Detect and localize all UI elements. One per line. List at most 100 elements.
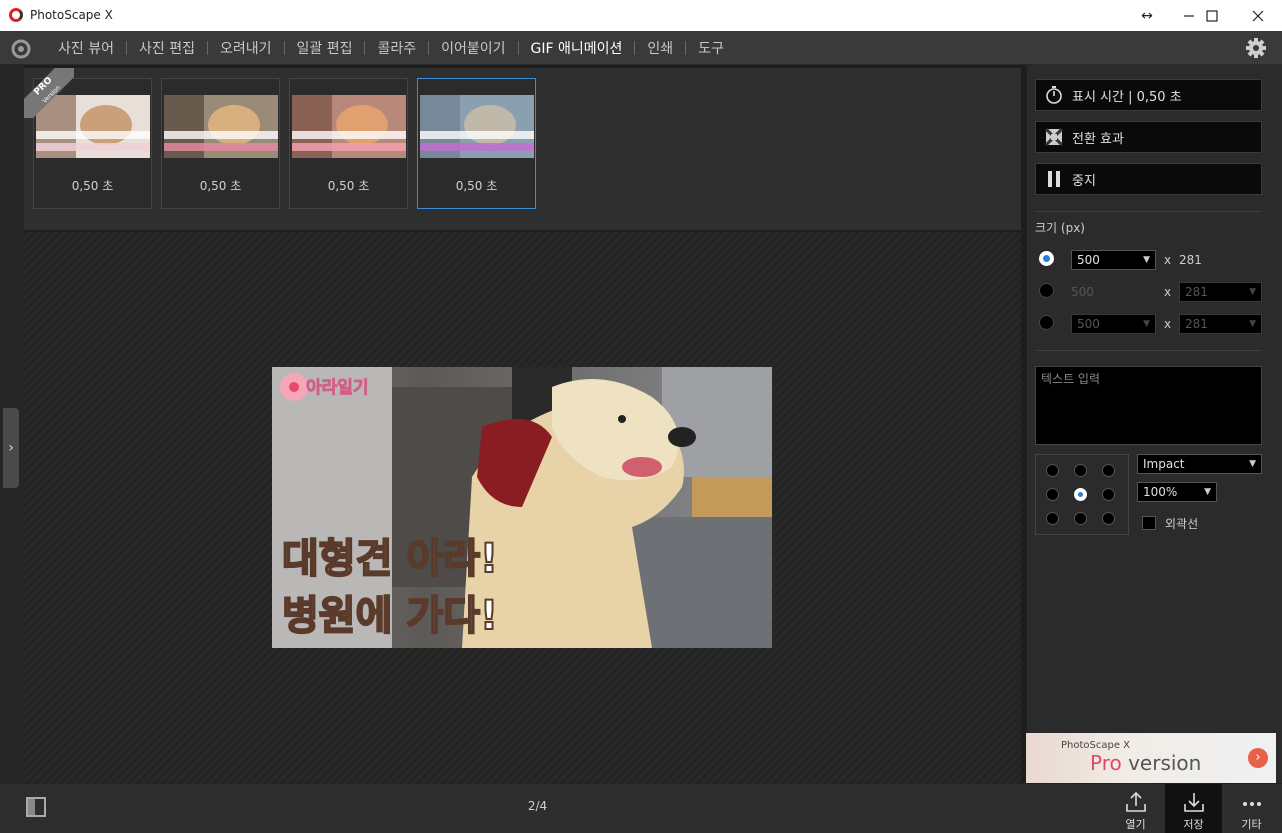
menu-bar: 사진 뷰어 사진 편집 오려내기 일괄 편집 콜라주 이어붙이기 GIF 애니메이션 인쇄 도구 [0,31,1282,65]
frame-duration: 0,50 초 [71,179,114,193]
text-position-bottom-right[interactable] [1102,512,1115,525]
text-input[interactable]: 텍스트 입력 [1035,366,1262,445]
dropdown-arrow-icon: ▼ [1143,255,1150,265]
zoom-select[interactable]: 100% ▼ [1137,482,1217,502]
main-nav: 사진 뷰어 사진 편집 오려내기 일괄 편집 콜라주 이어붙이기 GIF 애니메이션 인쇄 도구 [46,31,736,64]
text-position-top-left[interactable] [1046,464,1059,477]
menu-item-8[interactable]: 도구 [686,38,736,58]
menu-item-3[interactable]: 일괄 편집 [285,38,365,58]
dropdown-arrow-icon: ▼ [1249,459,1256,469]
bottom-bar: 2/4 열기 저장 기타 [0,783,1282,833]
dropdown-arrow-icon: ▼ [1143,319,1150,329]
title-bar: PhotoScape X ↔ [0,0,1282,31]
outline-checkbox[interactable] [1142,516,1156,530]
home-lens-icon[interactable] [10,38,32,60]
download-icon [1183,793,1204,812]
transition-button[interactable]: 전환 효과 [1035,121,1262,153]
dropdown-arrow-icon: ▼ [1249,319,1256,329]
size-x-sep: x [1164,285,1172,299]
dropdown-arrow-icon: ▼ [1249,287,1256,297]
size-height-select-3[interactable]: 281 ▼ [1179,314,1262,334]
text-position-bottom[interactable] [1074,512,1087,525]
zoom-value: 100% [1143,485,1178,499]
close-icon [1252,10,1264,21]
size-height-select-2[interactable]: 281 ▼ [1179,282,1262,302]
menu-item-1[interactable]: 사진 편집 [127,38,207,58]
transition-icon [1045,128,1063,146]
open-button[interactable]: 열기 [1108,784,1163,833]
resize-arrows-icon[interactable]: ↔ [1124,0,1170,31]
menu-item-6[interactable]: GIF 애니메이션 [519,38,635,58]
text-position-top[interactable] [1074,464,1087,477]
frame-thumbnail [164,95,278,158]
text-position-center[interactable] [1074,488,1087,501]
pro-version-ribbon: PRO Version [24,68,74,118]
preview-line2-pink: 병원 [282,593,356,639]
size-label: 크기 (px) [1035,221,1085,235]
menu-item-2[interactable]: 오려내기 [208,38,284,58]
size-height-text-1: 281 [1179,253,1202,267]
menu-item-4[interactable]: 콜라주 [365,38,428,58]
pro-version-promo[interactable]: PhotoScape X Pro version › [1026,733,1276,783]
promo-title: Pro version [1090,751,1201,775]
dropdown-arrow-icon: ▼ [1204,487,1211,497]
preview-line1: 대형견 아라! [282,536,498,582]
size-option-radio-2[interactable] [1039,283,1054,298]
frame-item-3[interactable]: 0,50 초 [289,78,408,209]
more-dots-icon [1242,802,1261,806]
frame-item-2[interactable]: 0,50 초 [161,78,280,209]
frame-counter: 2/4 [527,799,548,813]
promo-go-icon[interactable]: › [1248,748,1268,768]
upload-icon [1125,791,1146,812]
stopwatch-icon [1046,86,1062,104]
font-select[interactable]: Impact ▼ [1137,454,1262,474]
text-position-left[interactable] [1046,488,1059,501]
text-position-grid [1035,454,1129,535]
font-value: Impact [1143,457,1185,471]
save-button[interactable]: 저장 [1165,784,1222,833]
menu-item-0[interactable]: 사진 뷰어 [46,38,126,58]
size-x-sep: x [1164,317,1172,331]
text-position-right[interactable] [1102,488,1115,501]
maximize-icon [1206,9,1218,22]
display-time-button[interactable]: 표시 시간 | 0,50 초 [1035,79,1262,111]
photoscape-logo-icon [9,8,23,22]
text-position-top-right[interactable] [1102,464,1115,477]
frame-thumbnail [292,95,406,158]
transition-label: 전환 효과 [1072,131,1124,147]
more-label: 기타 [1241,818,1262,831]
window-title: PhotoScape X [30,8,113,22]
promo-brand: PhotoScape X [1061,740,1131,751]
size-x-sep: x [1164,253,1172,267]
size-height-value: 281 [1185,317,1208,331]
divider [1035,350,1262,351]
gif-preview-image: 아라일기 대형견 아라! 병원에 가다! [272,367,772,648]
frame-duration: 0,50 초 [455,179,498,193]
preview-overlay-top: 아라일기 [306,378,369,398]
more-button[interactable]: 기타 [1224,784,1279,833]
promo-pro: Pro [1090,751,1122,775]
size-width-select-3[interactable]: 500 ▼ [1071,314,1156,334]
outline-label: 외곽선 [1165,517,1199,531]
frame-strip: 0,50 초 0,50 초 0,50 초 0,50 초 [24,68,1021,230]
menu-item-7[interactable]: 인쇄 [635,38,685,58]
svg-text:병원에 가다!: 병원에 가다! [282,593,498,639]
stop-button[interactable]: 중지 [1035,163,1262,195]
size-width-value: 500 [1077,317,1100,331]
size-width-select-1[interactable]: 500 ▼ [1071,250,1156,270]
chevron-right-icon: › [8,440,14,456]
size-width-value: 500 [1077,253,1100,267]
text-position-bottom-left[interactable] [1046,512,1059,525]
pause-icon [1048,171,1060,187]
close-button[interactable] [1235,0,1281,31]
size-option-radio-1[interactable] [1039,251,1054,266]
gear-icon[interactable] [1245,37,1267,59]
maximize-button[interactable] [1189,0,1235,31]
expand-panel-button[interactable]: › [3,408,19,488]
size-option-radio-3[interactable] [1039,315,1054,330]
frame-item-4[interactable]: 0,50 초 [417,78,536,209]
save-label: 저장 [1183,818,1204,831]
stop-label: 중지 [1072,173,1096,189]
panel-toggle-icon[interactable] [26,797,46,817]
menu-item-5[interactable]: 이어붙이기 [429,38,517,58]
